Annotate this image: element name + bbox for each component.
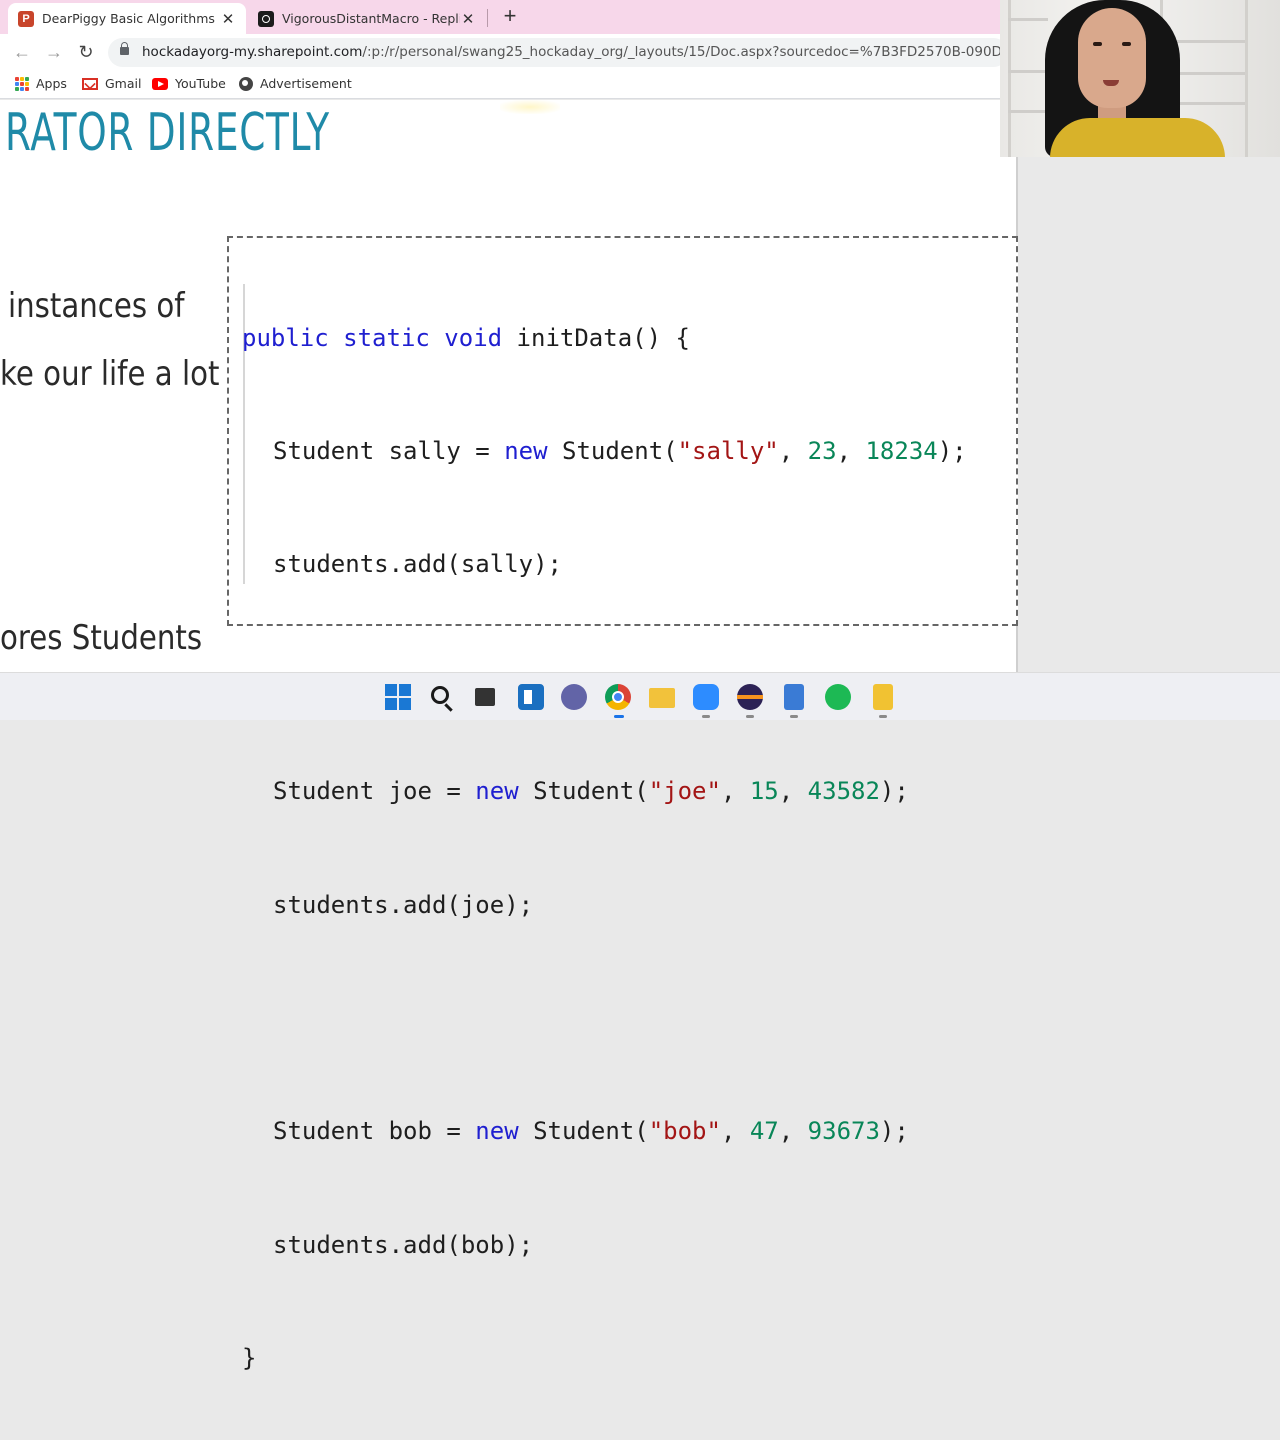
slide-title: RATOR DIRECTLY (5, 103, 330, 163)
bookmark-label: Apps (36, 76, 67, 91)
url-text: hockadayorg-my.sharepoint.com/:p:/r/pers… (142, 44, 1080, 60)
code-line-header: public static void initData() { (242, 323, 690, 352)
close-tab-icon[interactable]: ✕ (460, 10, 476, 28)
code-block: public static void initData() { Student … (227, 236, 1018, 1372)
bullet-text: ores Students (0, 618, 203, 658)
back-button[interactable]: ← (10, 41, 34, 65)
code-line-bob-decl: Student bob = new Student("bob", 47, 936… (273, 1117, 909, 1146)
replit-icon (258, 10, 274, 27)
widgets-icon[interactable] (518, 684, 544, 710)
code-text: public static void initData() { Student … (242, 244, 967, 1440)
task-view-icon[interactable] (475, 688, 495, 706)
powerpoint-icon: P (18, 10, 34, 27)
tab-dearpiggy[interactable]: P DearPiggy Basic Algorithms in Ja ✕ (8, 3, 246, 34)
running-app-indicator (746, 715, 754, 718)
presenter-eye (1093, 42, 1102, 46)
url-path: /:p:/r/personal/swang25_hockaday_org/_la… (362, 44, 1081, 60)
windows-start-icon[interactable] (385, 684, 411, 710)
bullet-text: ke our life a lot (0, 354, 220, 394)
close-tab-icon[interactable]: ✕ (220, 10, 236, 28)
code-line-sally-add: students.add(sally); (273, 550, 562, 579)
eclipse-icon[interactable] (737, 684, 763, 710)
running-app-indicator (702, 715, 710, 718)
bookmark-label: YouTube (175, 76, 226, 91)
webcam-overlay (1000, 0, 1280, 157)
bookmark-youtube[interactable]: YouTube (152, 76, 226, 91)
browser-tab-bar: P DearPiggy Basic Algorithms in Ja ✕ Vig… (0, 0, 1000, 34)
new-tab-button[interactable]: + (500, 5, 520, 28)
running-app-indicator (790, 715, 798, 718)
code-line-joe-decl: Student joe = new Student("joe", 15, 435… (273, 777, 909, 806)
windows-taskbar (0, 672, 1280, 720)
bookmarks-bar: Apps Gmail YouTube Advertisement (0, 71, 1000, 99)
gmail-icon (82, 77, 98, 90)
bookmark-advertisement[interactable]: Advertisement (239, 76, 352, 91)
running-app-indicator (879, 715, 887, 718)
search-icon[interactable] (431, 686, 449, 704)
bookmark-label: Advertisement (260, 76, 352, 91)
presenter-eye (1122, 42, 1131, 46)
tab-divider (487, 9, 488, 27)
teams-chat-icon[interactable] (561, 684, 587, 710)
youtube-icon (152, 77, 168, 90)
browser-toolbar: ← → ↻ hockadayorg-my.sharepoint.com/:p:/… (0, 34, 1080, 71)
presenter-shirt (1050, 118, 1225, 157)
code-line-joe-add: students.add(joe); (273, 890, 534, 919)
spotify-icon[interactable] (825, 684, 851, 710)
file-explorer-icon[interactable] (649, 688, 675, 708)
decorative-glow (500, 100, 560, 114)
lock-icon (120, 42, 129, 55)
notepad-icon[interactable] (784, 684, 804, 710)
bookmark-label: Gmail (105, 76, 142, 91)
slide-canvas: RATOR DIRECTLY instances of ke our life … (0, 100, 1018, 1372)
code-line-bob-add: students.add(bob); (273, 1230, 534, 1259)
url-host: hockadayorg-my.sharepoint.com (142, 44, 363, 60)
tab-title: DearPiggy Basic Algorithms in Ja (42, 11, 220, 26)
code-line-sally-decl: Student sally = new Student("sally", 23,… (273, 436, 967, 465)
bookmark-gmail[interactable]: Gmail (82, 76, 141, 91)
onedrive-icon[interactable] (873, 684, 893, 710)
presenter-face (1078, 8, 1146, 108)
tab-replit[interactable]: VigorousDistantMacro - Replit ✕ (248, 3, 486, 34)
bullet-text: instances of (8, 286, 185, 326)
globe-icon (239, 76, 253, 91)
bookmark-apps[interactable]: Apps (15, 76, 67, 91)
apps-icon (15, 76, 29, 91)
chrome-icon[interactable] (605, 684, 631, 710)
reload-button[interactable]: ↻ (74, 41, 98, 65)
active-app-indicator (614, 715, 624, 718)
forward-button[interactable]: → (42, 41, 66, 65)
address-bar[interactable]: hockadayorg-my.sharepoint.com/:p:/r/pers… (108, 38, 1080, 67)
code-line-closing-brace: } (242, 1344, 257, 1373)
tab-title: VigorousDistantMacro - Replit (282, 11, 460, 26)
zoom-icon[interactable] (693, 684, 719, 710)
